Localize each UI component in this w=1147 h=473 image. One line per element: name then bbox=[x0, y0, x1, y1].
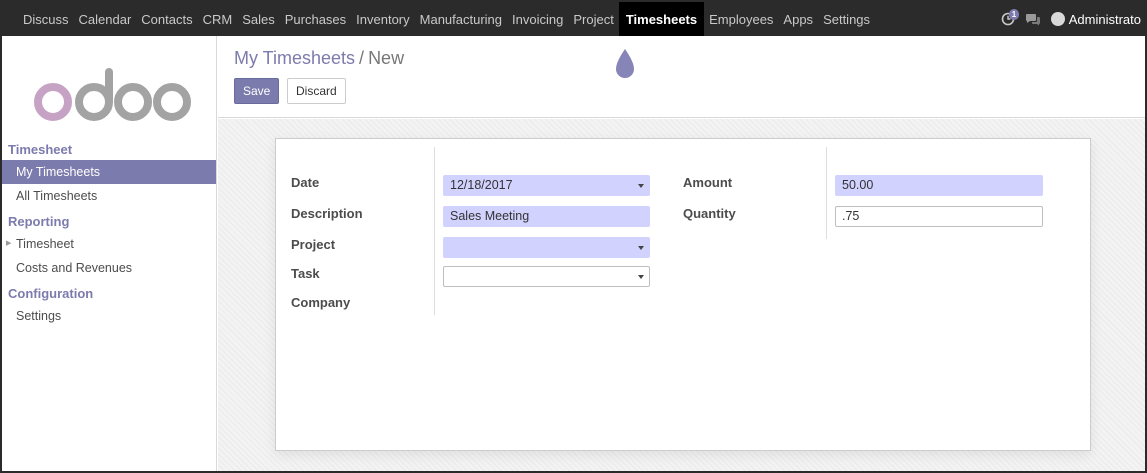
form-view: Date Description Project Task Company 12… bbox=[218, 119, 1145, 471]
date-field[interactable]: 12/18/2017 bbox=[443, 175, 650, 196]
sidebar-item-timesheet-report[interactable]: ▶ Timesheet bbox=[2, 232, 216, 256]
app-window: Discuss Calendar Contacts CRM Sales Purc… bbox=[0, 0, 1147, 473]
sidebar-section-timesheet[interactable]: Timesheet bbox=[2, 140, 216, 160]
save-button[interactable]: Save bbox=[234, 78, 280, 104]
user-name: Administrato bbox=[1068, 11, 1141, 27]
chat-icon[interactable] bbox=[1025, 13, 1041, 26]
menu-crm[interactable]: CRM bbox=[198, 2, 238, 36]
menu-sales[interactable]: Sales bbox=[237, 2, 280, 36]
quantity-field[interactable]: .75 bbox=[835, 206, 1043, 227]
menu-purchases[interactable]: Purchases bbox=[280, 2, 351, 36]
control-panel: My Timesheets / New Save Discard bbox=[218, 36, 1145, 118]
top-navbar: Discuss Calendar Contacts CRM Sales Purc… bbox=[2, 2, 1145, 36]
amount-value: 50.00 bbox=[842, 178, 874, 192]
sidebar: Timesheet My Timesheets All Timesheets R… bbox=[2, 36, 217, 471]
chevron-down-icon bbox=[638, 246, 644, 250]
label-amount: Amount bbox=[683, 175, 733, 190]
menu-settings[interactable]: Settings bbox=[818, 2, 875, 36]
label-quantity: Quantity bbox=[683, 206, 736, 221]
sidebar-item-my-timesheets[interactable]: My Timesheets bbox=[2, 160, 216, 184]
project-field[interactable] bbox=[443, 237, 650, 258]
breadcrumb-parent[interactable]: My Timesheets bbox=[234, 48, 355, 68]
breadcrumb-separator: / bbox=[359, 48, 365, 68]
user-menu[interactable]: Administrato bbox=[1050, 11, 1141, 27]
sidebar-nav: Timesheet My Timesheets All Timesheets R… bbox=[2, 140, 216, 328]
description-value: Sales Meeting bbox=[450, 209, 530, 223]
activity-icon[interactable]: 1 bbox=[1001, 9, 1020, 26]
sidebar-item-settings[interactable]: Settings bbox=[2, 304, 216, 328]
menu-inventory[interactable]: Inventory bbox=[351, 2, 414, 36]
breadcrumb: My Timesheets / New bbox=[234, 48, 404, 69]
odoo-logo bbox=[34, 68, 191, 121]
menu-calendar[interactable]: Calendar bbox=[74, 2, 137, 36]
menu-apps[interactable]: Apps bbox=[778, 2, 818, 36]
systray: 1 Administrato bbox=[1001, 2, 1145, 36]
activity-badge: 1 bbox=[1008, 9, 1020, 20]
droplet-cursor-icon bbox=[616, 49, 634, 78]
label-date: Date bbox=[291, 175, 320, 190]
menu-discuss[interactable]: Discuss bbox=[18, 2, 74, 36]
menu-invoicing[interactable]: Invoicing bbox=[507, 2, 568, 36]
menu-project[interactable]: Project bbox=[568, 2, 618, 36]
avatar bbox=[1050, 12, 1065, 26]
sidebar-item-label: Timesheet bbox=[16, 237, 74, 251]
app-menu: Discuss Calendar Contacts CRM Sales Purc… bbox=[2, 2, 875, 36]
label-task: Task bbox=[291, 266, 320, 281]
task-field[interactable] bbox=[443, 266, 650, 287]
description-field[interactable]: Sales Meeting bbox=[443, 206, 650, 227]
quantity-value: .75 bbox=[842, 209, 860, 223]
label-company: Company bbox=[291, 295, 351, 310]
form-sheet: Date Description Project Task Company 12… bbox=[275, 138, 1091, 451]
menu-employees[interactable]: Employees bbox=[704, 2, 778, 36]
menu-manufacturing[interactable]: Manufacturing bbox=[415, 2, 507, 36]
menu-timesheets[interactable]: Timesheets bbox=[618, 2, 705, 36]
amount-field[interactable]: 50.00 bbox=[835, 175, 1043, 196]
menu-contacts[interactable]: Contacts bbox=[136, 2, 197, 36]
caret-right-icon: ▶ bbox=[6, 240, 12, 247]
sidebar-item-costs-and-revenues[interactable]: Costs and Revenues bbox=[2, 256, 216, 280]
chevron-down-icon bbox=[638, 275, 644, 279]
breadcrumb-current: New bbox=[368, 48, 405, 68]
label-description: Description bbox=[291, 206, 363, 221]
date-value: 12/18/2017 bbox=[450, 178, 513, 192]
sidebar-section-reporting[interactable]: Reporting bbox=[2, 212, 216, 232]
sidebar-item-all-timesheets[interactable]: All Timesheets bbox=[2, 184, 216, 208]
label-project: Project bbox=[291, 237, 336, 252]
discard-button[interactable]: Discard bbox=[287, 78, 346, 104]
chevron-down-icon bbox=[638, 184, 644, 188]
sidebar-section-configuration[interactable]: Configuration bbox=[2, 284, 216, 304]
column-divider bbox=[826, 147, 827, 239]
column-divider bbox=[434, 147, 435, 315]
